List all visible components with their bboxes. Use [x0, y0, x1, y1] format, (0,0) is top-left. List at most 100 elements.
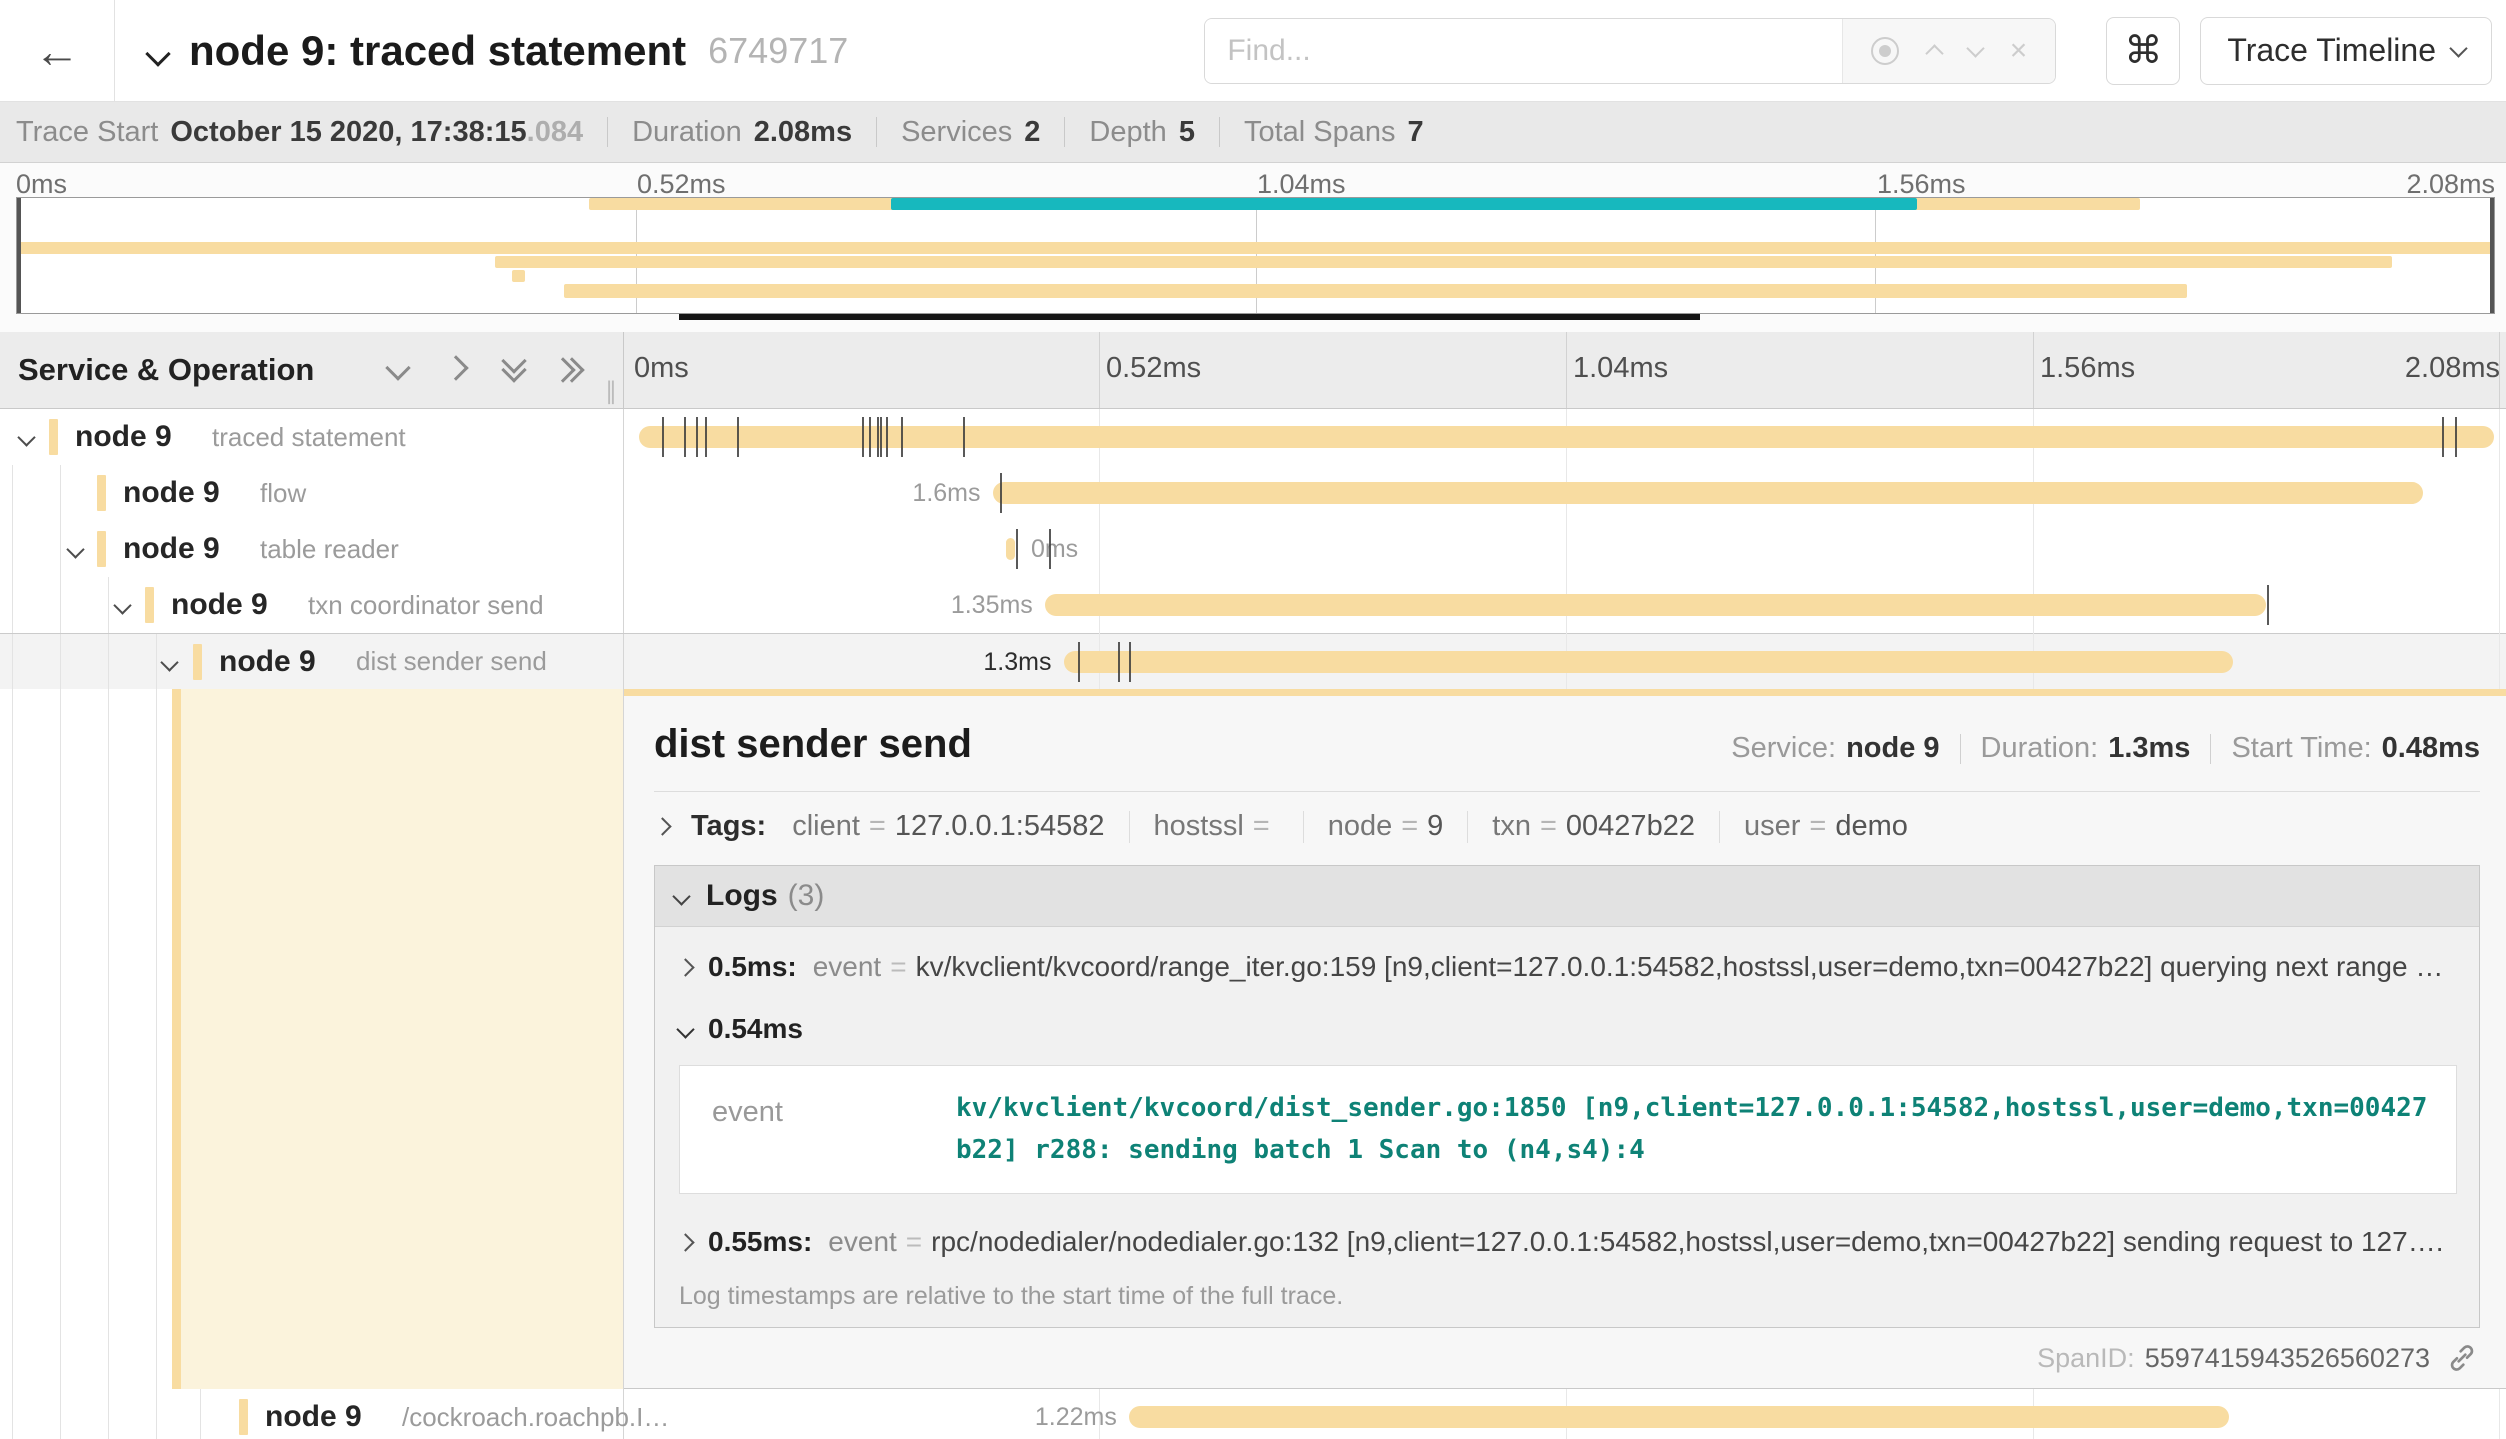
- service-name: node 9: [123, 532, 220, 566]
- operation-name: dist sender send: [356, 646, 547, 677]
- collapse-chevron-icon[interactable]: [113, 596, 131, 614]
- duration-meta-value: 1.3ms: [2108, 732, 2190, 765]
- span-color-bar: [97, 531, 106, 567]
- span-name-cell[interactable]: node 9 /cockroach.roachpb.I…: [0, 1389, 624, 1439]
- span-color-bar: [97, 475, 106, 511]
- collapse-all-icon[interactable]: [505, 361, 523, 379]
- span-timeline-cell[interactable]: 0ms: [624, 521, 2506, 577]
- logs-accordion-header[interactable]: Logs (3): [655, 866, 2479, 927]
- tag-user: user=demo: [1744, 810, 1908, 843]
- span-color-bar: [145, 587, 154, 623]
- log-marker-tick: [1049, 529, 1051, 569]
- minimap-tick-0: 0ms: [16, 169, 67, 200]
- span-color-bar: [49, 419, 58, 455]
- tags-accordion[interactable]: Tags: client=127.0.0.1:54582 hostssl= no…: [624, 792, 2506, 843]
- find-input[interactable]: [1205, 19, 1842, 83]
- trace-title-group[interactable]: node 9: traced statement 6749717: [149, 27, 848, 75]
- span-timeline-cell[interactable]: 1.35ms: [624, 577, 2506, 633]
- log-marker-tick: [1129, 642, 1131, 682]
- span-timeline-cell[interactable]: 1.6ms: [624, 465, 2506, 521]
- indent-guide: [12, 689, 13, 1389]
- span-row-txn-coordinator-send: node 9 txn coordinator send 1.35ms: [0, 577, 2506, 633]
- span-row-flow: node 9 flow 1.6ms: [0, 465, 2506, 521]
- trace-id: 6749717: [708, 30, 848, 72]
- span-bar[interactable]: [1129, 1406, 2229, 1428]
- trace-view-select[interactable]: Trace Timeline: [2200, 17, 2492, 85]
- focus-column-highlight: [181, 689, 623, 1389]
- expand-all-icon[interactable]: [563, 361, 581, 379]
- axis-tick-0: 0ms: [634, 352, 689, 385]
- log-marker-tick: [737, 417, 739, 457]
- span-detail-row: dist sender send Service: node 9 Duratio…: [0, 689, 2506, 1389]
- log-marker-tick: [696, 417, 698, 457]
- collapse-chevron-icon[interactable]: [66, 540, 84, 558]
- tag-hostssl: hostssl=: [1154, 810, 1279, 843]
- span-bar[interactable]: [1045, 594, 2267, 616]
- logs-count: (3): [788, 879, 825, 913]
- span-duration-label: 1.3ms: [983, 634, 1063, 690]
- span-timeline-cell[interactable]: [624, 409, 2506, 465]
- indent-guide: [200, 1389, 201, 1439]
- span-name-cell[interactable]: node 9 flow: [0, 465, 624, 521]
- back-arrow-icon: ←: [34, 24, 80, 78]
- collapse-one-icon[interactable]: [389, 359, 407, 382]
- span-timeline-cell[interactable]: 1.3ms: [624, 634, 2506, 689]
- axis-gridline: [2033, 332, 2034, 408]
- log-marker-tick: [2442, 417, 2444, 457]
- divider: [876, 117, 877, 147]
- span-accent-bar: [624, 689, 2506, 696]
- minimap-span-bar: [512, 270, 524, 282]
- log-field-key: event: [813, 951, 882, 983]
- span-bar[interactable]: [993, 482, 2424, 504]
- prev-match-icon[interactable]: [1928, 41, 1941, 60]
- span-bar[interactable]: [1064, 651, 2233, 673]
- collapse-chevron-icon[interactable]: [160, 653, 178, 671]
- span-bar[interactable]: [639, 426, 2494, 448]
- chevron-down-icon: [676, 1020, 694, 1038]
- minimap-span-bar: [891, 198, 1916, 210]
- log-marker-tick: [886, 417, 888, 457]
- keyboard-shortcuts-button[interactable]: ⌘: [2106, 17, 2180, 85]
- span-color-bar: [172, 689, 181, 1389]
- span-name-cell[interactable]: node 9 txn coordinator send: [0, 577, 624, 633]
- minimap-canvas[interactable]: [16, 197, 2495, 314]
- span-timeline-cell[interactable]: 1.22ms: [624, 1389, 2506, 1439]
- log-entry-expanded-header[interactable]: 0.54ms: [655, 993, 2479, 1049]
- back-button[interactable]: ←: [0, 0, 115, 101]
- operation-name: traced statement: [212, 422, 406, 453]
- log-field-value: rpc/nodedialer/nodedialer.go:132 [n9,cli…: [931, 1226, 2443, 1258]
- deep-link-icon[interactable]: [2446, 1342, 2478, 1374]
- log-field-value: kv/kvclient/kvcoord/range_iter.go:159 [n…: [916, 951, 2444, 983]
- axis-gridline: [1099, 332, 1100, 408]
- expand-one-icon[interactable]: [447, 359, 465, 382]
- minimap-left-scrubber[interactable]: [17, 198, 21, 313]
- log-entry-detail-card: event kv/kvclient/kvcoord/dist_sender.go…: [679, 1065, 2457, 1194]
- minimap-span-bar: [17, 242, 2494, 254]
- log-entry-collapsed[interactable]: 0.55ms: event = rpc/nodedialer/nodediale…: [655, 1202, 2479, 1268]
- span-name-cell[interactable]: node 9 traced statement: [0, 409, 624, 465]
- minimap-scrollbar[interactable]: [679, 314, 1700, 320]
- log-marker-tick: [862, 417, 864, 457]
- span-id-row: SpanID: 5597415943526560273: [624, 1328, 2506, 1388]
- minimap-tick-1: 0.52ms: [637, 169, 726, 200]
- find-tools: ×: [1842, 19, 2055, 83]
- span-name-cell[interactable]: node 9 dist sender send: [0, 634, 624, 689]
- service-name: node 9: [75, 420, 172, 454]
- tag-node: node=9: [1328, 810, 1444, 843]
- span-bar[interactable]: [1006, 538, 1015, 560]
- log-marker-tick: [684, 417, 686, 457]
- log-marker-tick: [662, 417, 664, 457]
- minimap-right-scrubber[interactable]: [2490, 198, 2494, 313]
- column-resizer-handle[interactable]: ∥: [605, 377, 619, 406]
- indent-guide: [108, 577, 109, 633]
- focus-match-icon[interactable]: [1871, 37, 1899, 65]
- log-entry-collapsed[interactable]: 0.5ms: event = kv/kvclient/kvcoord/range…: [655, 927, 2479, 993]
- next-match-icon[interactable]: [1969, 46, 1982, 55]
- clear-search-icon[interactable]: ×: [2010, 34, 2028, 68]
- collapse-chevron-icon[interactable]: [17, 428, 35, 446]
- span-detail-meta: Service: node 9 Duration: 1.3ms Start Ti…: [1731, 732, 2480, 765]
- divider: [1064, 117, 1065, 147]
- collapse-trace-chevron-icon[interactable]: [145, 41, 170, 66]
- span-name-cell[interactable]: node 9 table reader: [0, 521, 624, 577]
- indent-guide: [108, 1389, 109, 1439]
